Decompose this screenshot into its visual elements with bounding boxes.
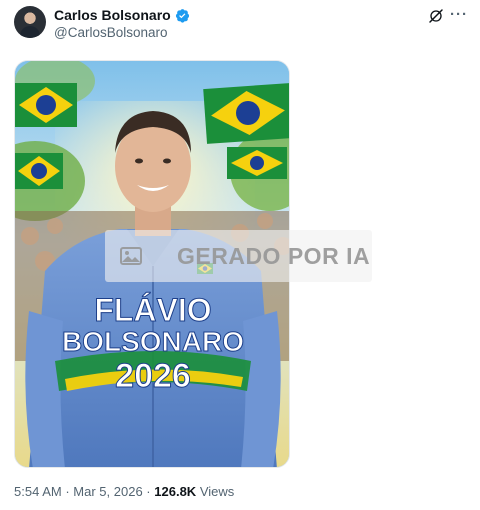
separator: · — [146, 484, 151, 499]
ai-watermark-icon — [120, 247, 142, 265]
author-name-row[interactable]: Carlos Bolsonaro — [54, 7, 190, 23]
flag-mid-right — [227, 147, 287, 179]
views-label: Views — [199, 484, 235, 499]
separator: · — [65, 484, 70, 499]
avatar[interactable] — [14, 6, 46, 38]
author-handle[interactable]: @CarlosBolsonaro — [54, 25, 168, 40]
verified-badge-icon — [175, 8, 189, 23]
grok-icon[interactable] — [428, 8, 444, 24]
tweet-date[interactable]: Mar 5, 2026 — [73, 484, 142, 499]
tweet-time[interactable]: 5:54 AM — [14, 484, 62, 499]
more-icon[interactable]: ··· — [450, 6, 468, 23]
flag-top-right — [203, 83, 289, 144]
watermark-text: GERADO POR IA — [177, 242, 371, 269]
tweet-metadata: 5:54 AM · Mar 5, 2026 · 126.8K Views — [14, 484, 234, 499]
tweet-header: Carlos Bolsonaro @CarlosBolsonaro ··· — [14, 6, 470, 42]
flag-top-left — [15, 83, 77, 127]
ai-generated-watermark: GERADO POR IA — [105, 230, 372, 282]
poster-line-2: BOLSONARO — [62, 326, 244, 357]
author-display-name[interactable]: Carlos Bolsonaro — [54, 7, 171, 23]
views-count[interactable]: 126.8K — [154, 484, 196, 499]
poster-line-3: 2026 — [115, 357, 191, 395]
flag-mid-left — [15, 153, 63, 189]
poster-line-1: FLÁVIO — [94, 292, 211, 328]
